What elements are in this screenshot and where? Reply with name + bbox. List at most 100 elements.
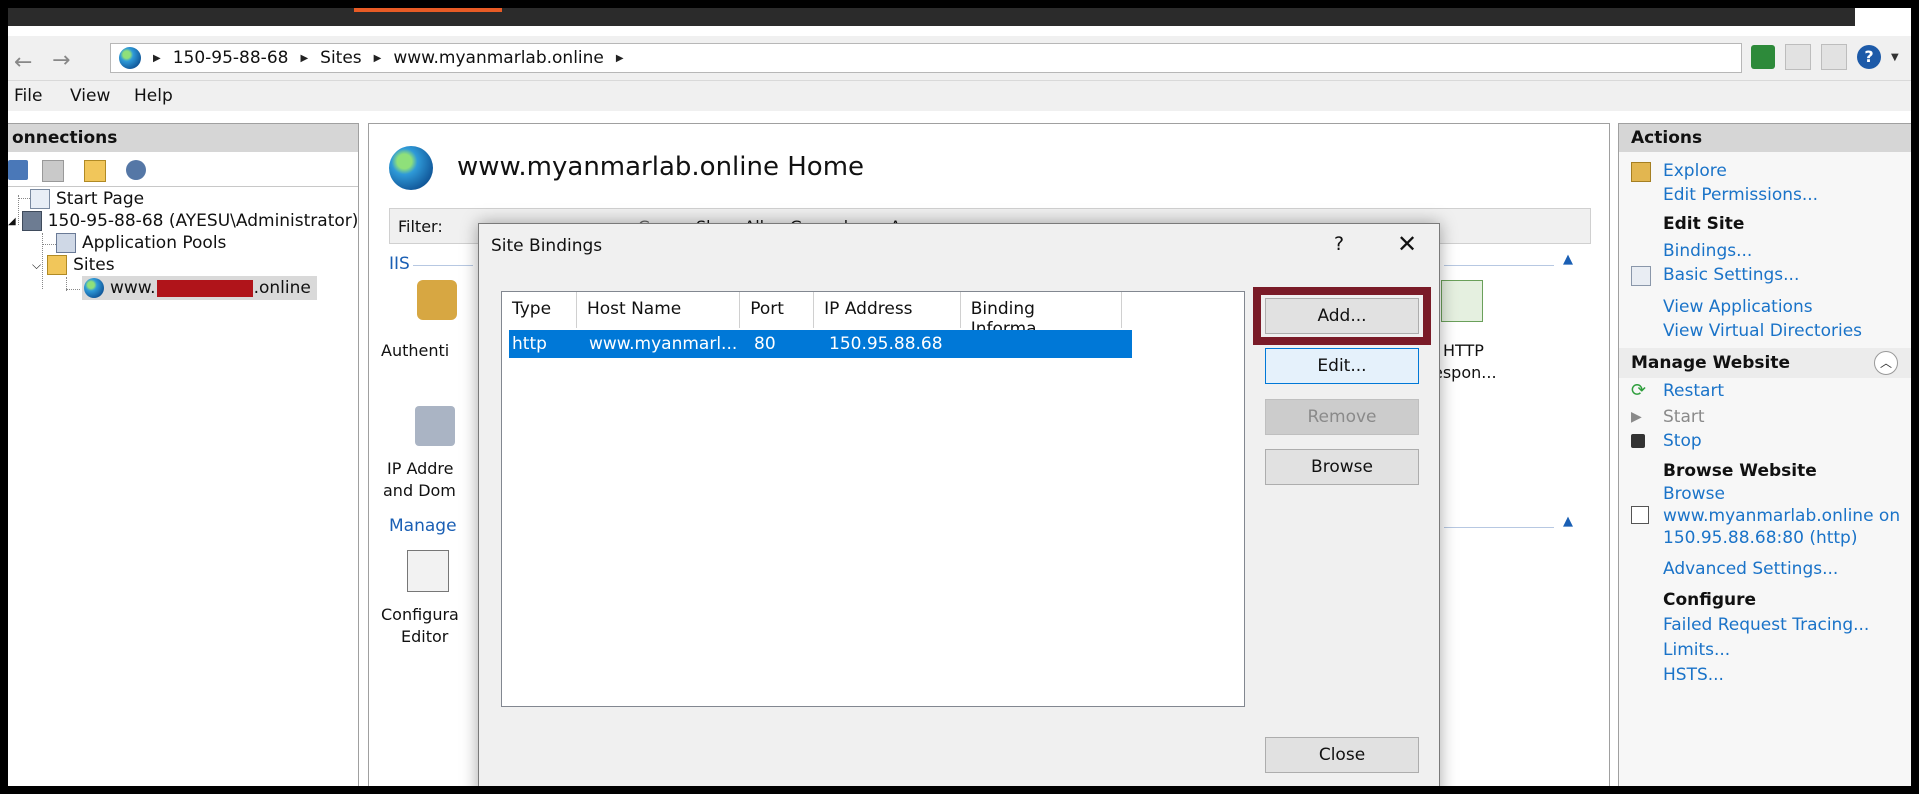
tree-item-server[interactable]: ◢ 150-95-88-68 (AYESU\Administrator)	[8, 211, 358, 231]
action-start[interactable]: Start	[1663, 406, 1705, 428]
save-icon[interactable]	[42, 160, 64, 182]
action-stop[interactable]: Stop	[1663, 430, 1702, 452]
http-response-icon[interactable]	[1441, 280, 1483, 322]
up-folder-icon[interactable]	[84, 160, 106, 182]
authentication-icon[interactable]	[417, 280, 457, 320]
column-ip-address[interactable]: IP Address	[814, 292, 961, 328]
window-corner	[1855, 8, 1911, 26]
section-manage-website[interactable]: Manage Website ︿	[1619, 348, 1911, 378]
action-explore[interactable]: Explore	[1663, 160, 1727, 182]
menu-file[interactable]: File	[14, 86, 42, 106]
tree-item-site[interactable]: www. .online	[82, 276, 317, 300]
tree-item-start-page[interactable]: Start Page	[30, 189, 144, 209]
forward-arrow-icon[interactable]: →	[52, 48, 70, 73]
column-host-name[interactable]: Host Name	[577, 292, 741, 328]
cell-host-name: www.myanmarl...	[589, 334, 738, 354]
action-hsts[interactable]: HSTS...	[1663, 664, 1724, 686]
cell-binding-information	[975, 330, 1132, 358]
help-icon[interactable]: ?	[1857, 45, 1881, 69]
feature-authentication[interactable]: Authenti	[381, 340, 449, 362]
menu-view[interactable]: View	[70, 86, 110, 106]
feature-config-1[interactable]: Configura	[381, 604, 459, 626]
action-view-virtual-directories[interactable]: View Virtual Directories	[1663, 320, 1862, 342]
ip-restrictions-icon[interactable]	[415, 406, 455, 446]
action-browse-line-1[interactable]: Browse	[1663, 483, 1725, 505]
action-advanced-settings[interactable]: Advanced Settings...	[1663, 558, 1838, 580]
action-edit-permissions[interactable]: Edit Permissions...	[1663, 184, 1818, 206]
globe-icon	[119, 47, 141, 69]
title-bar	[8, 8, 1911, 26]
cell-ip-address: 150.95.88.68	[829, 334, 943, 354]
feature-http-response-2[interactable]: espon...	[1433, 362, 1497, 384]
address-bar[interactable]: ▶ 150-95-88-68 ▶ Sites ▶ www.myanmarlab.…	[110, 43, 1742, 73]
globe-icon	[84, 278, 104, 298]
column-port[interactable]: Port	[740, 292, 815, 328]
action-view-applications[interactable]: View Applications	[1663, 296, 1813, 318]
feature-http-response-1[interactable]: HTTP	[1443, 340, 1484, 362]
back-arrow-icon[interactable]: ←	[14, 50, 32, 75]
menu-bar: File View Help	[8, 81, 1911, 111]
breadcrumb-server[interactable]: 150-95-88-68	[173, 48, 289, 68]
browse-button[interactable]: Browse	[1265, 449, 1419, 485]
tree-label: Application Pools	[82, 233, 227, 253]
connect-icon[interactable]	[8, 160, 28, 180]
tree-label: www.	[110, 278, 156, 298]
action-browse-line-2[interactable]: www.myanmarlab.online on	[1663, 505, 1900, 527]
section-browse-website: Browse Website	[1663, 461, 1817, 481]
column-binding-information[interactable]: Binding Informa...	[961, 292, 1122, 339]
chevron-down-icon[interactable]: ▼	[1891, 52, 1901, 63]
tree-item-sites[interactable]: ⌵ Sites	[32, 255, 115, 275]
action-basic-settings[interactable]: Basic Settings...	[1663, 264, 1799, 286]
navigation-bar: ← → ▶ 150-95-88-68 ▶ Sites ▶ www.myanmar…	[8, 36, 1911, 81]
tree-line	[18, 198, 30, 199]
section-configure: Configure	[1663, 590, 1757, 610]
chevron-up-icon[interactable]: ▲	[1563, 252, 1573, 267]
feature-ip-2[interactable]: and Dom	[383, 480, 456, 502]
group-header-iis: IIS	[389, 254, 410, 274]
column-type[interactable]: Type	[502, 292, 577, 328]
refresh-icon[interactable]	[1751, 45, 1775, 69]
table-row[interactable]: http www.myanmarl... 80 150.95.88.68	[509, 330, 1132, 358]
start-icon: ▶	[1631, 409, 1642, 425]
feature-ip-1[interactable]: IP Addre	[387, 458, 454, 480]
edit-button[interactable]: Edit...	[1265, 348, 1419, 384]
disconnect-icon[interactable]	[126, 160, 146, 180]
stop-icon[interactable]	[1785, 44, 1811, 70]
browse-icon	[1631, 506, 1649, 524]
action-limits[interactable]: Limits...	[1663, 639, 1730, 661]
bindings-list-header: Type Host Name Port IP Address Binding I…	[502, 292, 1122, 339]
sites-folder-icon	[47, 255, 68, 275]
chevron-up-icon[interactable]: ︿	[1874, 351, 1898, 375]
tree-item-application-pools[interactable]: Application Pools	[56, 233, 226, 253]
redaction-bar	[156, 279, 253, 297]
group-divider	[1444, 527, 1554, 528]
menu-help[interactable]: Help	[134, 86, 173, 106]
active-tab-indicator	[354, 8, 502, 12]
chevron-down-icon[interactable]: ⌵	[32, 258, 41, 273]
tree-line	[66, 289, 80, 290]
close-icon[interactable]: ✕	[1397, 230, 1417, 258]
chevron-up-icon[interactable]: ▲	[1563, 514, 1573, 529]
action-bindings[interactable]: Bindings...	[1663, 240, 1752, 262]
action-restart[interactable]: Restart	[1663, 380, 1724, 402]
breadcrumb-site[interactable]: www.myanmarlab.online	[393, 48, 604, 68]
iis-manager-window: ← → ▶ 150-95-88-68 ▶ Sites ▶ www.myanmar…	[8, 8, 1911, 786]
stop-icon	[1631, 434, 1645, 448]
breadcrumb-separator-icon: ▶	[153, 52, 161, 64]
configuration-editor-icon[interactable]	[407, 550, 449, 592]
chevron-down-icon[interactable]: ◢	[8, 216, 16, 227]
remove-button[interactable]: Remove	[1265, 399, 1419, 435]
help-button[interactable]: ?	[1334, 233, 1344, 255]
tree-label: Sites	[73, 255, 115, 275]
action-browse-line-3[interactable]: 150.95.88.68:80 (http)	[1663, 527, 1857, 549]
bindings-list[interactable]: Type Host Name Port IP Address Binding I…	[501, 291, 1245, 707]
connections-toolbar	[8, 152, 358, 187]
close-button[interactable]: Close	[1265, 737, 1419, 773]
breadcrumb-sites[interactable]: Sites	[320, 48, 362, 68]
navigation-icons: ? ▼	[1751, 44, 1901, 70]
tree-label: 150-95-88-68 (AYESU\Administrator)	[47, 211, 359, 231]
filter-label: Filter:	[398, 217, 443, 236]
feature-config-2[interactable]: Editor	[401, 626, 448, 648]
action-failed-request-tracing[interactable]: Failed Request Tracing...	[1663, 614, 1869, 636]
home-icon[interactable]	[1821, 44, 1847, 70]
